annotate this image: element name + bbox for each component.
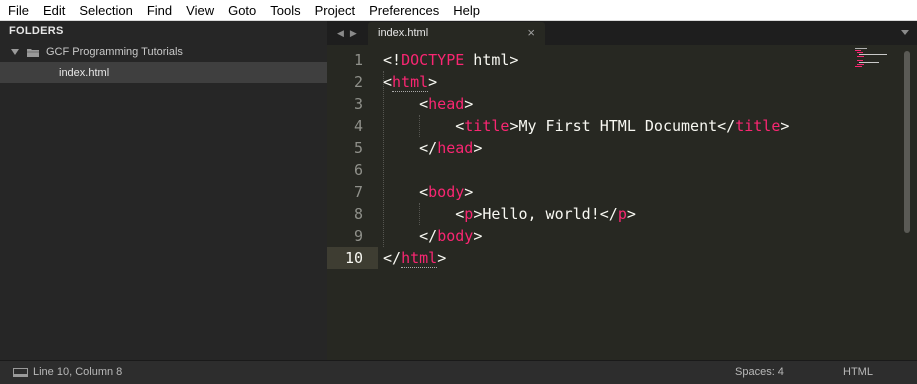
menu-goto[interactable]: Goto	[221, 0, 263, 21]
line-number-active: 10	[344, 249, 363, 267]
cursor-position: Line 10, Column 8	[33, 366, 123, 378]
tab-bar: ◀ ▶ index.html ×	[327, 21, 917, 45]
head-open-tag: head	[428, 95, 465, 113]
html-open-tag: html	[392, 73, 429, 92]
tab-prev-arrow-icon[interactable]: ◀	[337, 27, 344, 39]
p-text: Hello, world!	[482, 205, 600, 223]
code-line-4: <title>My First HTML Document</title>	[383, 117, 790, 135]
tab-label: index.html	[378, 27, 429, 39]
menu-view[interactable]: View	[179, 0, 221, 21]
line-number: 7	[353, 183, 363, 201]
menu-project[interactable]: Project	[308, 0, 362, 21]
line-number: 8	[353, 205, 363, 223]
sidebar-folder-row[interactable]: GCF Programming Tutorials	[0, 42, 327, 62]
code-line-1: <!DOCTYPE html>	[383, 51, 519, 69]
title-text: My First HTML Document	[518, 117, 718, 135]
line-number-gutter: 1 2 3 4 5 6 7 8 9 10	[327, 49, 363, 269]
line-number: 5	[353, 139, 363, 157]
menu-preferences[interactable]: Preferences	[362, 0, 446, 21]
panel-toggle-icon[interactable]	[13, 368, 28, 377]
code-line-7: <body>	[383, 183, 474, 201]
tab-index-html[interactable]: index.html ×	[368, 22, 545, 45]
sidebar: FOLDERS GCF Programming Tutorials index.…	[0, 21, 327, 360]
html-close-tag: html	[401, 249, 438, 268]
tab-next-arrow-icon[interactable]: ▶	[350, 27, 357, 39]
body-open-tag: body	[428, 183, 465, 201]
menu-tools[interactable]: Tools	[263, 0, 307, 21]
title-open-tag: title	[464, 117, 510, 135]
folder-icon	[27, 48, 40, 57]
body-close-tag: body	[437, 227, 474, 245]
menu-help[interactable]: Help	[446, 0, 487, 21]
menu-find[interactable]: Find	[140, 0, 179, 21]
sidebar-file-index-html[interactable]: index.html	[0, 62, 327, 83]
menu-edit[interactable]: Edit	[36, 0, 72, 21]
head-close-tag: head	[437, 139, 474, 157]
vertical-scrollbar[interactable]	[904, 51, 910, 233]
tab-nav: ◀ ▶	[337, 27, 357, 39]
code-line-3: <head>	[383, 95, 474, 113]
doctype-keyword: DOCTYPE	[401, 51, 465, 69]
code-content: <!DOCTYPE html> <html> <head> <title>My …	[383, 49, 789, 269]
code-line-9: </body>	[383, 227, 483, 245]
code-line-5: </head>	[383, 139, 483, 157]
code-editor[interactable]: 1 2 3 4 5 6 7 8 9 10 <!DOCTYPE html> <ht…	[327, 45, 917, 360]
code-line-10: </html>	[383, 249, 447, 268]
tab-dropdown-icon[interactable]	[901, 30, 909, 35]
line-number: 2	[353, 73, 363, 91]
file-label: index.html	[59, 66, 110, 79]
menu-bar: File Edit Selection Find View Goto Tools…	[0, 0, 917, 21]
line-number: 3	[353, 95, 363, 113]
code-line-8: <p>Hello, world!</p>	[383, 205, 636, 223]
p-open-tag: p	[464, 205, 474, 223]
status-bar: Line 10, Column 8 Spaces: 4 HTML	[0, 360, 917, 384]
close-icon[interactable]: ×	[527, 25, 535, 40]
sidebar-header: FOLDERS	[9, 25, 64, 37]
p-close-tag: p	[617, 205, 627, 223]
minimap[interactable]	[853, 47, 898, 73]
folder-label: GCF Programming Tutorials	[46, 46, 183, 58]
line-number: 6	[353, 161, 363, 179]
title-close-tag: title	[735, 117, 781, 135]
line-number: 4	[353, 117, 363, 135]
menu-selection[interactable]: Selection	[72, 0, 139, 21]
line-number: 1	[353, 51, 363, 69]
code-line-2: <html>	[383, 73, 438, 92]
menu-file[interactable]: File	[0, 0, 36, 21]
indentation-setting[interactable]: Spaces: 4	[735, 366, 784, 378]
syntax-language[interactable]: HTML	[843, 366, 873, 378]
expand-triangle-icon[interactable]	[11, 49, 19, 55]
line-number: 9	[353, 227, 363, 245]
